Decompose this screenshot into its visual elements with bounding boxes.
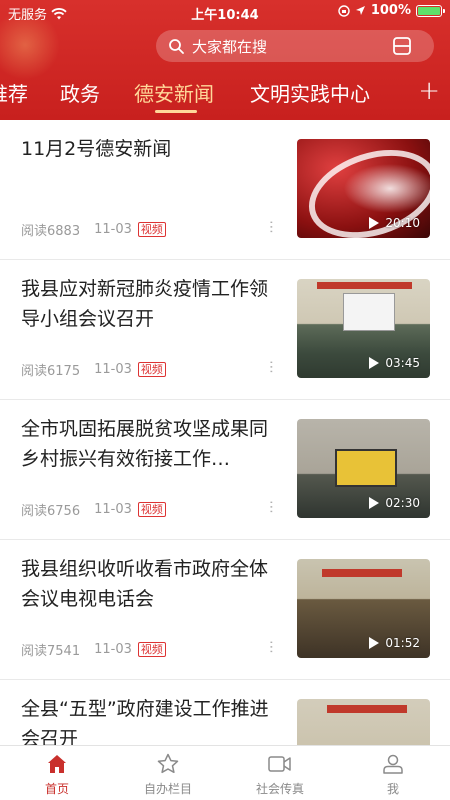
tab-civilization-center[interactable]: 文明实践中心 <box>250 78 370 107</box>
play-icon <box>369 497 380 509</box>
location-arrow-icon <box>355 6 365 15</box>
channel-tabs: 推荐 政务 德安新闻 文明实践中心 + <box>0 72 450 116</box>
video-duration: 02:30 <box>369 496 420 510</box>
duration-label: 03:45 <box>385 356 420 370</box>
duration-label: 01:52 <box>385 636 420 650</box>
nav-label: 首页 <box>44 782 69 796</box>
read-count: 阅读6175 <box>21 364 81 379</box>
news-title[interactable]: 全市巩固拓展脱贫攻坚成果同乡村振兴有效衔接工作… <box>21 414 277 474</box>
more-options-icon[interactable]: ⋯ <box>263 640 279 654</box>
search-icon <box>169 39 184 54</box>
nav-own-columns[interactable]: 自办栏目 <box>128 750 208 797</box>
status-bar: 无服务 上午10:44 100% <box>0 0 450 24</box>
news-meta: 阅读7541 11-03 视频 <box>21 640 166 659</box>
nav-label: 我 <box>386 782 399 796</box>
news-date: 11-03 <box>94 222 132 237</box>
news-title[interactable]: 11月2号德安新闻 <box>21 134 277 164</box>
duration-label: 02:30 <box>385 496 420 510</box>
search-placeholder: 大家都在搜 <box>192 37 268 56</box>
news-title[interactable]: 我县应对新冠肺炎疫情工作领导小组会议召开 <box>21 274 277 334</box>
user-icon <box>383 754 403 774</box>
home-icon <box>48 755 66 773</box>
battery-percent: 100% <box>370 3 411 18</box>
scan-icon[interactable] <box>392 36 412 56</box>
play-icon <box>369 637 380 649</box>
list-item[interactable]: 全市巩固拓展脱贫攻坚成果同乡村振兴有效衔接工作… 阅读6756 11-03 视频… <box>0 400 450 540</box>
list-item[interactable]: 全县“五型”政府建设工作推进会召开 <box>0 680 450 745</box>
read-count: 阅读6883 <box>21 224 81 239</box>
read-count: 阅读6756 <box>21 504 81 519</box>
nav-label: 自办栏目 <box>143 782 192 796</box>
more-options-icon[interactable]: ⋯ <box>263 500 279 514</box>
video-badge: 视频 <box>137 642 166 657</box>
video-badge: 视频 <box>137 362 166 377</box>
news-date: 11-03 <box>94 502 132 517</box>
video-thumbnail[interactable]: 03:45 <box>297 279 430 378</box>
duration-label: 20:10 <box>385 216 420 230</box>
add-channel-button[interactable]: + <box>418 76 440 106</box>
video-duration: 20:10 <box>369 216 420 230</box>
more-options-icon[interactable]: ⋯ <box>263 220 279 234</box>
search-box[interactable]: 大家都在搜 <box>156 30 434 62</box>
battery-icon <box>416 4 445 17</box>
news-title[interactable]: 我县组织收听收看市政府全体会议电视电话会 <box>21 554 277 614</box>
app-header: 无服务 上午10:44 100% 大家都在搜 荐 政务 德安新闻 文明实践中心 … <box>0 0 450 120</box>
video-duration: 03:45 <box>369 356 420 370</box>
nav-social-fax[interactable]: 社会传真 <box>240 750 320 797</box>
news-meta: 阅读6883 11-03 视频 <box>21 220 166 239</box>
news-title[interactable]: 全县“五型”政府建设工作推进会召开 <box>21 694 277 745</box>
tab-recommend[interactable]: 推荐 <box>0 78 28 107</box>
list-item[interactable]: 11月2号德安新闻 阅读6883 11-03 视频 ⋯ 20:10 <box>0 120 450 260</box>
tab-dean-news[interactable]: 德安新闻 <box>134 78 214 107</box>
video-thumbnail[interactable] <box>297 699 430 745</box>
bottom-tab-bar: 首页 自办栏目 社会传真 我 <box>0 745 450 800</box>
news-date: 11-03 <box>94 362 132 377</box>
more-options-icon[interactable]: ⋯ <box>263 360 279 374</box>
video-badge: 视频 <box>137 502 166 517</box>
play-icon <box>369 217 380 229</box>
nav-home[interactable]: 首页 <box>17 750 97 797</box>
news-meta: 阅读6756 11-03 视频 <box>21 500 166 519</box>
list-item[interactable]: 我县应对新冠肺炎疫情工作领导小组会议召开 阅读6175 11-03 视频 ⋯ 0… <box>0 260 450 400</box>
star-icon <box>157 753 179 774</box>
list-item[interactable]: 我县组织收听收看市政府全体会议电视电话会 阅读7541 11-03 视频 ⋯ 0… <box>0 540 450 680</box>
video-badge: 视频 <box>137 222 166 237</box>
news-date: 11-03 <box>94 642 132 657</box>
video-duration: 01:52 <box>369 636 420 650</box>
orientation-lock-icon <box>338 4 350 17</box>
active-tab-indicator <box>155 110 197 113</box>
video-thumbnail[interactable]: 20:10 <box>297 139 430 238</box>
video-thumbnail[interactable]: 01:52 <box>297 559 430 658</box>
nav-me[interactable]: 我 <box>353 750 433 797</box>
play-icon <box>369 357 380 369</box>
tab-government[interactable]: 政务 <box>60 78 100 107</box>
nav-label: 社会传真 <box>255 782 304 796</box>
news-meta: 阅读6175 11-03 视频 <box>21 360 166 379</box>
read-count: 阅读7541 <box>21 644 81 659</box>
video-camera-icon <box>268 756 291 772</box>
video-thumbnail[interactable]: 02:30 <box>297 419 430 518</box>
news-list: 11月2号德安新闻 阅读6883 11-03 视频 ⋯ 20:10 我县应对新冠… <box>0 120 450 745</box>
